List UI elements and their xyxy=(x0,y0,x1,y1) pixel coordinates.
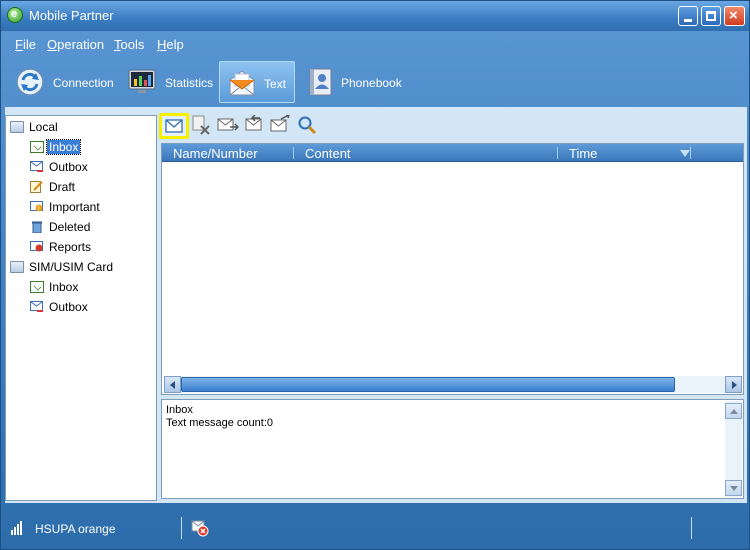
sort-down-icon xyxy=(680,150,690,157)
scroll-up-button[interactable] xyxy=(725,403,742,419)
resend-message-button[interactable] xyxy=(269,114,291,137)
vertical-scrollbar[interactable] xyxy=(725,401,742,497)
preview-folder-name: Inbox xyxy=(166,404,193,416)
minimize-button[interactable] xyxy=(678,6,698,26)
reply-icon xyxy=(245,114,262,131)
status-divider xyxy=(691,517,692,539)
delete-message-button[interactable] xyxy=(191,115,213,137)
window-title: Mobile Partner xyxy=(29,8,114,23)
arrow-right-icon xyxy=(732,381,737,389)
content-area: Local Inbox Outbox Draft ! Important Del… xyxy=(5,107,747,503)
folder-icon xyxy=(10,261,24,273)
message-error-icon[interactable] xyxy=(191,519,209,537)
menu-file[interactable]: File xyxy=(15,37,36,52)
connection-label: Connection xyxy=(53,76,114,90)
inbox-icon xyxy=(30,141,44,153)
app-logo-icon: e xyxy=(7,7,23,23)
preview-message-count: Text message count:0 xyxy=(166,417,274,429)
new-message-icon xyxy=(165,119,183,133)
menu-tools[interactable]: Tools xyxy=(114,37,144,52)
horizontal-scrollbar[interactable] xyxy=(164,376,742,393)
search-button[interactable] xyxy=(297,115,319,137)
phonebook-icon xyxy=(309,68,332,96)
arrow-down-icon xyxy=(730,486,738,491)
column-name-number[interactable]: Name/Number xyxy=(173,146,258,161)
maximize-button[interactable] xyxy=(701,6,721,26)
column-divider[interactable] xyxy=(557,147,558,159)
text-label: Text xyxy=(264,77,287,91)
phonebook-label: Phonebook xyxy=(341,76,402,90)
statistics-label: Statistics xyxy=(165,76,214,90)
arrow-up-icon xyxy=(730,409,738,414)
scroll-right-button[interactable] xyxy=(725,376,742,393)
main-toolbar: Connection Statistics Text Phonebook xyxy=(1,59,749,105)
resend-icon xyxy=(270,114,291,132)
minimize-icon xyxy=(684,19,692,22)
column-content[interactable]: Content xyxy=(305,146,351,161)
column-divider[interactable] xyxy=(690,147,691,159)
network-status: HSUPA orange xyxy=(35,522,116,536)
text-button[interactable]: Text xyxy=(219,61,295,103)
svg-text:!: ! xyxy=(38,205,40,212)
menu-bar: File Operation Tools Help xyxy=(1,31,749,57)
main-window: e Mobile Partner × File Operation Tools … xyxy=(0,0,750,550)
column-divider[interactable] xyxy=(293,147,294,159)
message-preview-panel[interactable]: Inbox Text message count:0 xyxy=(161,399,744,499)
folder-tree: Local Inbox Outbox Draft ! Important Del… xyxy=(5,115,157,501)
menu-help[interactable]: Help xyxy=(157,37,184,52)
signal-strength-icon xyxy=(11,521,27,535)
statistics-button[interactable]: Statistics xyxy=(123,61,215,103)
reports-icon xyxy=(30,241,43,252)
forward-icon xyxy=(217,118,240,131)
arrow-left-icon xyxy=(170,381,175,389)
column-time[interactable]: Time xyxy=(569,146,597,161)
folder-icon xyxy=(10,121,24,133)
close-icon: × xyxy=(729,7,738,24)
outbox-icon xyxy=(30,161,43,172)
status-divider xyxy=(181,517,182,539)
list-header: Name/Number Content Time xyxy=(162,144,743,162)
scroll-down-button[interactable] xyxy=(725,480,742,496)
draft-icon xyxy=(30,181,43,193)
message-list[interactable]: Name/Number Content Time xyxy=(161,143,744,395)
phonebook-button[interactable]: Phonebook xyxy=(303,61,403,103)
reply-message-button[interactable] xyxy=(243,114,265,137)
scroll-left-button[interactable] xyxy=(164,376,181,393)
delete-message-icon xyxy=(192,115,210,135)
outbox-icon xyxy=(30,301,43,312)
title-bar[interactable]: e Mobile Partner × xyxy=(1,1,749,31)
message-toolbar xyxy=(159,113,359,139)
scroll-thumb[interactable] xyxy=(181,377,675,392)
important-icon: ! xyxy=(30,201,43,212)
search-icon xyxy=(298,116,317,135)
trash-icon xyxy=(32,221,42,233)
text-message-icon xyxy=(229,70,255,96)
close-button[interactable]: × xyxy=(724,6,745,26)
connection-button[interactable]: Connection xyxy=(11,61,115,103)
new-message-button[interactable] xyxy=(159,113,189,139)
forward-message-button[interactable] xyxy=(217,115,240,137)
statistics-icon xyxy=(128,69,156,93)
status-bar: HSUPA orange xyxy=(1,507,749,549)
inbox-icon xyxy=(30,281,44,293)
menu-operation[interactable]: Operation xyxy=(47,37,104,52)
connection-icon xyxy=(16,68,44,96)
maximize-icon xyxy=(706,11,716,21)
